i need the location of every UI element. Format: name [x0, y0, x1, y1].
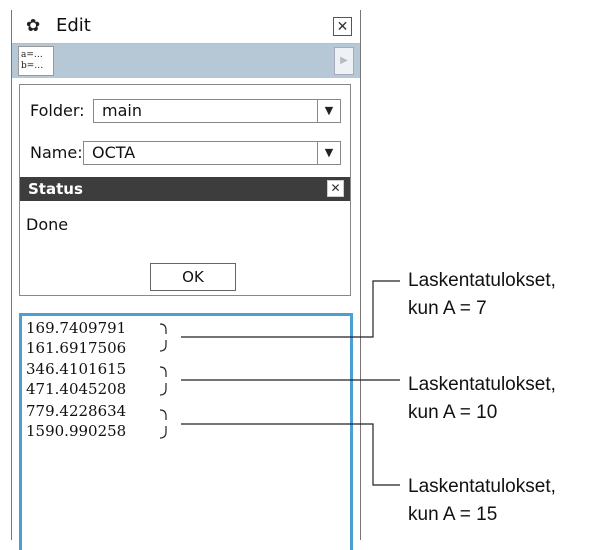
annotation-a15-line1: Laskentatulokset,: [408, 476, 556, 497]
leader-a15: [181, 423, 400, 486]
leader-a7: [181, 280, 400, 338]
bracket-a7-top: [159, 323, 167, 334]
annotation-a7: Laskentatulokset, kun A = 7: [408, 267, 556, 323]
annotation-a10-line2: kun A = 10: [408, 402, 498, 423]
annotation-a7-line2: kun A = 7: [408, 298, 487, 319]
annotation-a10-line1: Laskentatulokset,: [408, 374, 556, 395]
bracket-a10-top: [159, 366, 167, 377]
annotation-a15-line2: kun A = 15: [408, 504, 498, 525]
bracket-a15-bottom: [159, 426, 167, 439]
bracket-a7-bottom: [159, 340, 167, 352]
annotation-a7-line1: Laskentatulokset,: [408, 270, 556, 291]
annotation-a15: Laskentatulokset, kun A = 15: [408, 473, 556, 529]
bracket-a15-top: [159, 409, 167, 420]
annotation-a10: Laskentatulokset, kun A = 10: [408, 371, 556, 427]
bracket-a10-bottom: [159, 383, 167, 396]
